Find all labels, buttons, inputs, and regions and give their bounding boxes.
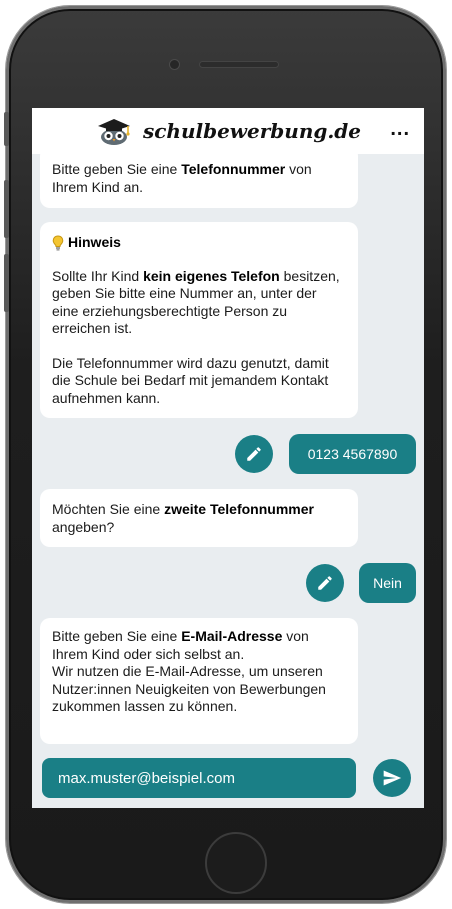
bot-message-phone: Bitte geben Sie eine Telefonnummer von I… — [40, 146, 358, 208]
hint-paragraph-2: Die Telefonnummer wird dazu genutzt, dam… — [52, 354, 329, 406]
message-bold-text: zweite Telefonnummer — [164, 501, 314, 517]
pencil-icon — [245, 445, 263, 463]
message-text: Bitte geben Sie eine — [52, 628, 182, 644]
message-bold-text: E-Mail-Adresse — [181, 628, 283, 644]
message-text: Sollte Ihr Kind — [52, 267, 144, 284]
email-prompt-line-2: Wir nutzen die E-Mail-Adresse, um unsere… — [52, 663, 326, 714]
email-input[interactable] — [42, 758, 356, 798]
home-button[interactable] — [205, 832, 267, 894]
app-header: schulbewerbung.de ... — [32, 108, 424, 154]
user-message-second-phone-answer: Nein — [359, 563, 416, 603]
message-text: angeben? — [52, 518, 115, 535]
user-message-phone-answer: 0123 4567890 — [289, 434, 416, 474]
email-prompt-line-1: Bitte geben Sie eine E-Mail-Adresse von … — [52, 628, 346, 663]
message-text: Nein — [373, 575, 402, 591]
pencil-icon — [316, 574, 334, 592]
message-text: Möchten Sie eine — [52, 501, 165, 517]
edit-second-phone-answer-button[interactable] — [306, 564, 344, 602]
app-screen: Bitte geben Sie eine Telefonnummer von I… — [32, 108, 424, 808]
message-text: 0123 4567890 — [307, 446, 398, 462]
message-text: Bitte geben Sie eine — [52, 161, 182, 177]
front-camera — [169, 59, 180, 70]
mute-switch — [4, 112, 9, 146]
volume-down-button — [4, 254, 9, 312]
brand-title: schulbewerbung.de — [142, 119, 362, 143]
hint-header: Hinweis — [52, 234, 346, 252]
graduation-cap-owl-icon — [95, 116, 133, 146]
more-dots-icon[interactable]: ... — [390, 118, 410, 141]
send-icon — [382, 768, 402, 788]
lightbulb-icon — [52, 235, 64, 251]
volume-up-button — [4, 180, 9, 238]
hint-paragraph-1: Sollte Ihr Kind kein eigenes Telefon bes… — [52, 268, 346, 338]
message-bold-text: kein eigenes Telefon — [143, 267, 280, 284]
bot-message-email: Bitte geben Sie eine E-Mail-Adresse von … — [40, 618, 358, 744]
bot-message-hint: Hinweis Sollte Ihr Kind kein eigenes Tel… — [40, 222, 358, 418]
hint-title: Hinweis — [68, 234, 121, 250]
earpiece-speaker — [199, 61, 279, 68]
message-bold-text: Telefonnummer — [181, 161, 286, 177]
send-button[interactable] — [373, 759, 411, 797]
bot-message-second-phone: Möchten Sie eine zweite Telefonnummer an… — [40, 489, 358, 547]
edit-phone-answer-button[interactable] — [235, 435, 273, 473]
